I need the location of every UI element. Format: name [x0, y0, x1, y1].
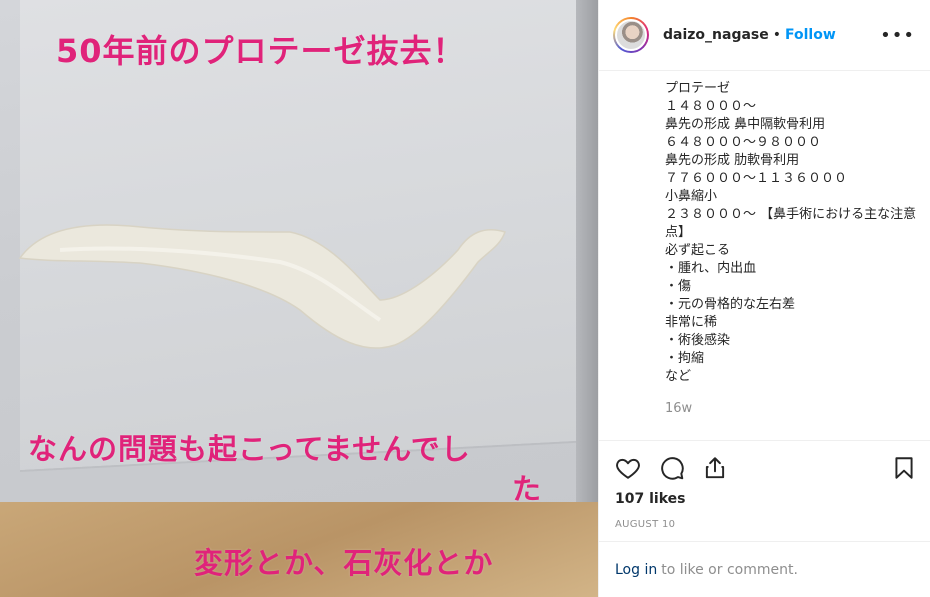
separator-dot: • [772, 27, 782, 43]
login-prompt-text: to like or comment. [661, 561, 798, 578]
heart-icon[interactable] [615, 455, 641, 481]
post-actions: 107 likes AUGUST 10 [599, 440, 930, 541]
overlay-text-4: 変形とか、石灰化とか [194, 546, 494, 580]
post-side-panel: daizo_nagase • Follow ••• プロテーゼ １４８０００～ … [598, 0, 930, 597]
implant-image [18, 224, 506, 349]
post-photo[interactable]: 50年前のプロテーゼ抜去！ なんの問題も起こってませんでし た 変形とか、石灰化… [0, 0, 598, 597]
avatar-ring[interactable] [613, 17, 649, 53]
overlay-text-1: 50年前のプロテーゼ抜去！ [56, 32, 466, 70]
login-prompt: Log in to like or comment. [599, 541, 930, 597]
share-icon[interactable] [702, 455, 728, 481]
follow-button[interactable]: Follow [785, 27, 836, 43]
post-header: daizo_nagase • Follow ••• [599, 0, 930, 71]
likes-count[interactable]: 107 likes [615, 491, 685, 507]
post-date: AUGUST 10 [615, 519, 676, 530]
bookmark-icon[interactable] [891, 455, 917, 481]
comment-icon[interactable] [659, 455, 685, 481]
post-caption: プロテーゼ １４８０００～ 鼻先の形成 鼻中隔軟骨利用 ６４８０００～９８０００… [665, 81, 917, 384]
overlay-text-2: なんの問題も起こってませんでし [28, 432, 471, 466]
avatar[interactable] [615, 19, 647, 51]
overlay-text-3: た [512, 472, 543, 506]
post-time-ago[interactable]: 16w [665, 401, 692, 416]
username-link[interactable]: daizo_nagase [663, 27, 769, 43]
more-options-icon[interactable]: ••• [880, 25, 915, 46]
login-link[interactable]: Log in [615, 562, 657, 578]
